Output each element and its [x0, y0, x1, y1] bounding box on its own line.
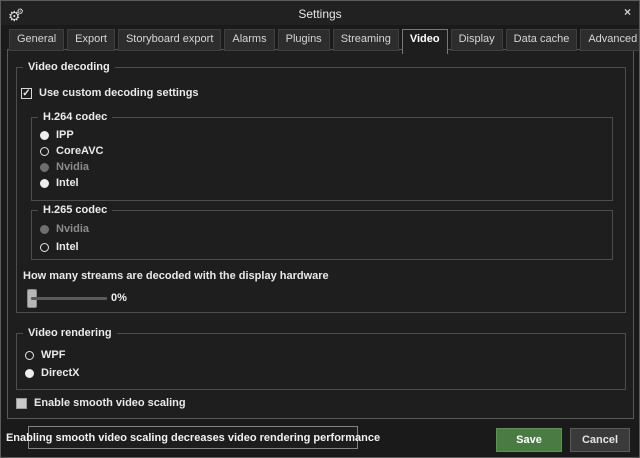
tab-export[interactable]: Export: [67, 29, 115, 51]
radio-filled-icon: [40, 131, 49, 140]
radio-h264-intel[interactable]: Intel: [40, 177, 79, 190]
radio-label: CoreAVC: [56, 145, 103, 158]
radio-disabled-icon: [40, 163, 49, 172]
streams-slider-value: 0%: [111, 292, 127, 304]
tab-advanced[interactable]: Advanced: [580, 29, 640, 51]
tab-video[interactable]: Video: [402, 29, 448, 54]
radio-h264-nvidia: Nvidia: [40, 161, 89, 174]
smooth-scaling-note: Enabling smooth video scaling decreases …: [28, 426, 358, 449]
group-video-decoding: Video decoding ✓ Use custom decoding set…: [16, 67, 626, 313]
group-h264-codec: H.264 codec IPP CoreAVC Nvidia Intel: [31, 117, 613, 201]
radio-h265-intel[interactable]: Intel: [40, 241, 79, 254]
radio-label: Intel: [56, 177, 79, 190]
group-h265-codec: H.265 codec Nvidia Intel: [31, 210, 613, 260]
tab-alarms[interactable]: Alarms: [224, 29, 274, 51]
close-icon[interactable]: ×: [624, 5, 631, 19]
checkbox-label: Enable smooth video scaling: [34, 397, 186, 410]
tab-general[interactable]: General: [9, 29, 64, 51]
group-title-video-decoding: Video decoding: [23, 61, 115, 74]
content-panel: Video decoding ✓ Use custom decoding set…: [7, 49, 634, 419]
radio-label: WPF: [41, 349, 65, 362]
group-title-video-rendering: Video rendering: [23, 327, 117, 340]
cancel-button[interactable]: Cancel: [570, 428, 630, 452]
settings-window: ⚙⚙ Settings × General Export Storyboard …: [0, 0, 640, 458]
tab-streaming[interactable]: Streaming: [333, 29, 399, 51]
radio-rendering-wpf[interactable]: WPF: [25, 349, 65, 362]
save-button[interactable]: Save: [496, 428, 562, 452]
radio-outline-icon: [25, 351, 34, 360]
radio-label: Nvidia: [56, 223, 89, 236]
radio-disabled-icon: [40, 225, 49, 234]
radio-h264-coreavc[interactable]: CoreAVC: [40, 145, 103, 158]
radio-label: IPP: [56, 129, 74, 142]
radio-filled-icon: [25, 369, 34, 378]
titlebar: ⚙⚙ Settings ×: [1, 1, 639, 25]
radio-h265-nvidia: Nvidia: [40, 223, 89, 236]
radio-outline-icon: [40, 243, 49, 252]
tab-data-cache[interactable]: Data cache: [506, 29, 578, 51]
tab-bar: General Export Storyboard export Alarms …: [9, 27, 635, 51]
window-title: Settings: [1, 7, 639, 21]
streams-slider-track[interactable]: [31, 297, 107, 300]
checkbox-filled-icon: [16, 398, 27, 409]
group-title-h264: H.264 codec: [38, 111, 112, 124]
radio-outline-icon: [40, 147, 49, 156]
radio-h264-ipp[interactable]: IPP: [40, 129, 74, 142]
radio-filled-icon: [40, 179, 49, 188]
tab-storyboard-export[interactable]: Storyboard export: [118, 29, 221, 51]
radio-label: Intel: [56, 241, 79, 254]
radio-label: Nvidia: [56, 161, 89, 174]
checkbox-use-custom-decoding[interactable]: ✓ Use custom decoding settings: [21, 87, 199, 100]
radio-label: DirectX: [41, 367, 80, 380]
checkbox-label: Use custom decoding settings: [39, 87, 199, 100]
checkbox-smooth-video-scaling[interactable]: Enable smooth video scaling: [16, 397, 186, 410]
group-title-h265: H.265 codec: [38, 204, 112, 217]
radio-rendering-directx[interactable]: DirectX: [25, 367, 80, 380]
checkbox-checked-icon: ✓: [21, 88, 32, 99]
group-video-rendering: Video rendering WPF DirectX: [16, 333, 626, 390]
tab-display[interactable]: Display: [451, 29, 503, 51]
tab-plugins[interactable]: Plugins: [278, 29, 330, 51]
streams-slider-label: How many streams are decoded with the di…: [23, 270, 329, 282]
